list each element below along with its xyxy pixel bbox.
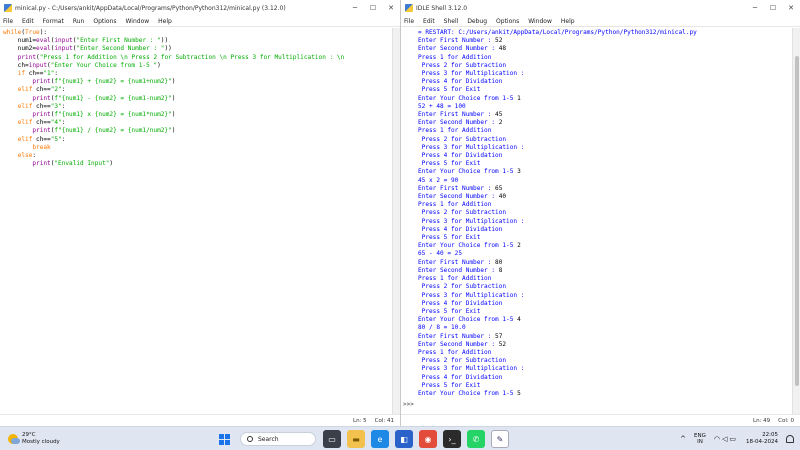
weather-desc: Mostly cloudy — [22, 438, 60, 445]
weather-temp: 29°C — [22, 431, 36, 438]
menu-run[interactable]: Run — [73, 18, 85, 25]
bell-icon[interactable] — [786, 435, 794, 443]
python-idle-icon — [405, 4, 413, 12]
shell-title: IDLE Shell 3.12.0 — [416, 4, 468, 12]
battery-icon: ▭ — [729, 435, 739, 443]
region-code: IN — [697, 439, 703, 445]
search-box[interactable]: Search — [240, 432, 316, 446]
windows-start-icon[interactable] — [215, 430, 233, 448]
taskbar-apps: Search ▭ ▬ e ◧ ◉ ›_ ✆ ✎ — [212, 430, 512, 448]
weather-icon — [8, 433, 20, 444]
menu-options[interactable]: Options — [93, 18, 116, 25]
editor-line: Ln: 5 — [353, 417, 367, 424]
wifi-icon: ◠ — [713, 435, 723, 443]
shell-output-area[interactable]: = RESTART: C:/Users/ankit/AppData/Local/… — [415, 28, 792, 414]
terminal-icon[interactable]: ›_ — [443, 430, 461, 448]
photos-icon[interactable]: ◉ — [419, 430, 437, 448]
quick-settings[interactable]: ◠◁▭ — [714, 435, 738, 443]
shell-scrollbar-thumb[interactable] — [795, 56, 799, 386]
whatsapp-icon[interactable]: ✆ — [467, 430, 485, 448]
clock[interactable]: 22:05 18-04-2024 — [746, 432, 778, 446]
menu-help[interactable]: Help — [561, 18, 575, 25]
menu-window[interactable]: Window — [528, 18, 552, 25]
editor-titlebar[interactable]: minical.py - C:/Users/ankit/AppData/Loca… — [0, 0, 400, 16]
system-tray: ^ ENG IN ◠◁▭ 22:05 18-04-2024 — [680, 430, 794, 448]
editor-col: Col: 41 — [374, 417, 394, 424]
menu-debug[interactable]: Debug — [467, 18, 487, 25]
minimize-icon[interactable]: ─ — [346, 4, 364, 12]
python-idle-icon — [4, 4, 12, 12]
maximize-icon[interactable]: ☐ — [764, 4, 782, 12]
shell-titlebar[interactable]: IDLE Shell 3.12.0 ─ ☐ ✕ — [401, 0, 800, 16]
shell-scrollbar[interactable] — [792, 28, 800, 414]
minimize-icon[interactable]: ─ — [746, 4, 764, 12]
search-icon — [247, 436, 253, 442]
clock-date: 18-04-2024 — [746, 439, 778, 445]
maximize-icon[interactable]: ☐ — [364, 4, 382, 12]
menu-file[interactable]: File — [3, 18, 13, 25]
menu-options[interactable]: Options — [496, 18, 519, 25]
close-icon[interactable]: ✕ — [382, 4, 400, 12]
menu-window[interactable]: Window — [126, 18, 150, 25]
weather-widget[interactable]: 29°C Mostly cloudy — [8, 432, 118, 446]
menu-edit[interactable]: Edit — [423, 18, 435, 25]
edge-icon[interactable]: e — [371, 430, 389, 448]
clock-time: 22:05 — [762, 432, 778, 438]
editor-menubar: File Edit Format Run Options Window Help — [0, 16, 400, 27]
editor-window[interactable]: minical.py - C:/Users/ankit/AppData/Loca… — [0, 0, 400, 426]
shell-prompt: >>> — [403, 401, 414, 408]
store-icon[interactable]: ◧ — [395, 430, 413, 448]
editor-statusbar: Ln: 5 Col: 41 — [0, 414, 400, 426]
idle-icon[interactable]: ✎ — [491, 430, 509, 448]
shell-menubar: File Edit Shell Debug Options Window Hel… — [401, 16, 800, 27]
chevron-up-icon[interactable]: ^ — [680, 435, 686, 443]
search-label: Search — [258, 435, 279, 443]
menu-shell[interactable]: Shell — [444, 18, 459, 25]
shell-line: Ln: 49 — [753, 417, 771, 424]
editor-scrollbar[interactable] — [392, 28, 400, 414]
close-icon[interactable]: ✕ — [782, 4, 800, 12]
menu-edit[interactable]: Edit — [22, 18, 34, 25]
file-explorer-icon[interactable]: ▬ — [347, 430, 365, 448]
shell-window[interactable]: IDLE Shell 3.12.0 ─ ☐ ✕ File Edit Shell … — [400, 0, 800, 426]
language-indicator[interactable]: ENG IN — [694, 433, 706, 446]
menu-help[interactable]: Help — [158, 18, 172, 25]
shell-prompt-gutter: >>> — [401, 28, 415, 414]
editor-code-area[interactable]: while(True): num1=eval(input("Enter Firs… — [0, 28, 392, 414]
shell-col: Col: 0 — [778, 417, 794, 424]
menu-format[interactable]: Format — [43, 18, 64, 25]
task-view-icon[interactable]: ▭ — [323, 430, 341, 448]
shell-statusbar: Ln: 49 Col: 0 — [401, 414, 800, 426]
editor-title: minical.py - C:/Users/ankit/AppData/Loca… — [15, 4, 286, 12]
menu-file[interactable]: File — [404, 18, 414, 25]
taskbar: 29°C Mostly cloudy Search ▭ ▬ e ◧ ◉ ›_ ✆… — [0, 426, 800, 450]
